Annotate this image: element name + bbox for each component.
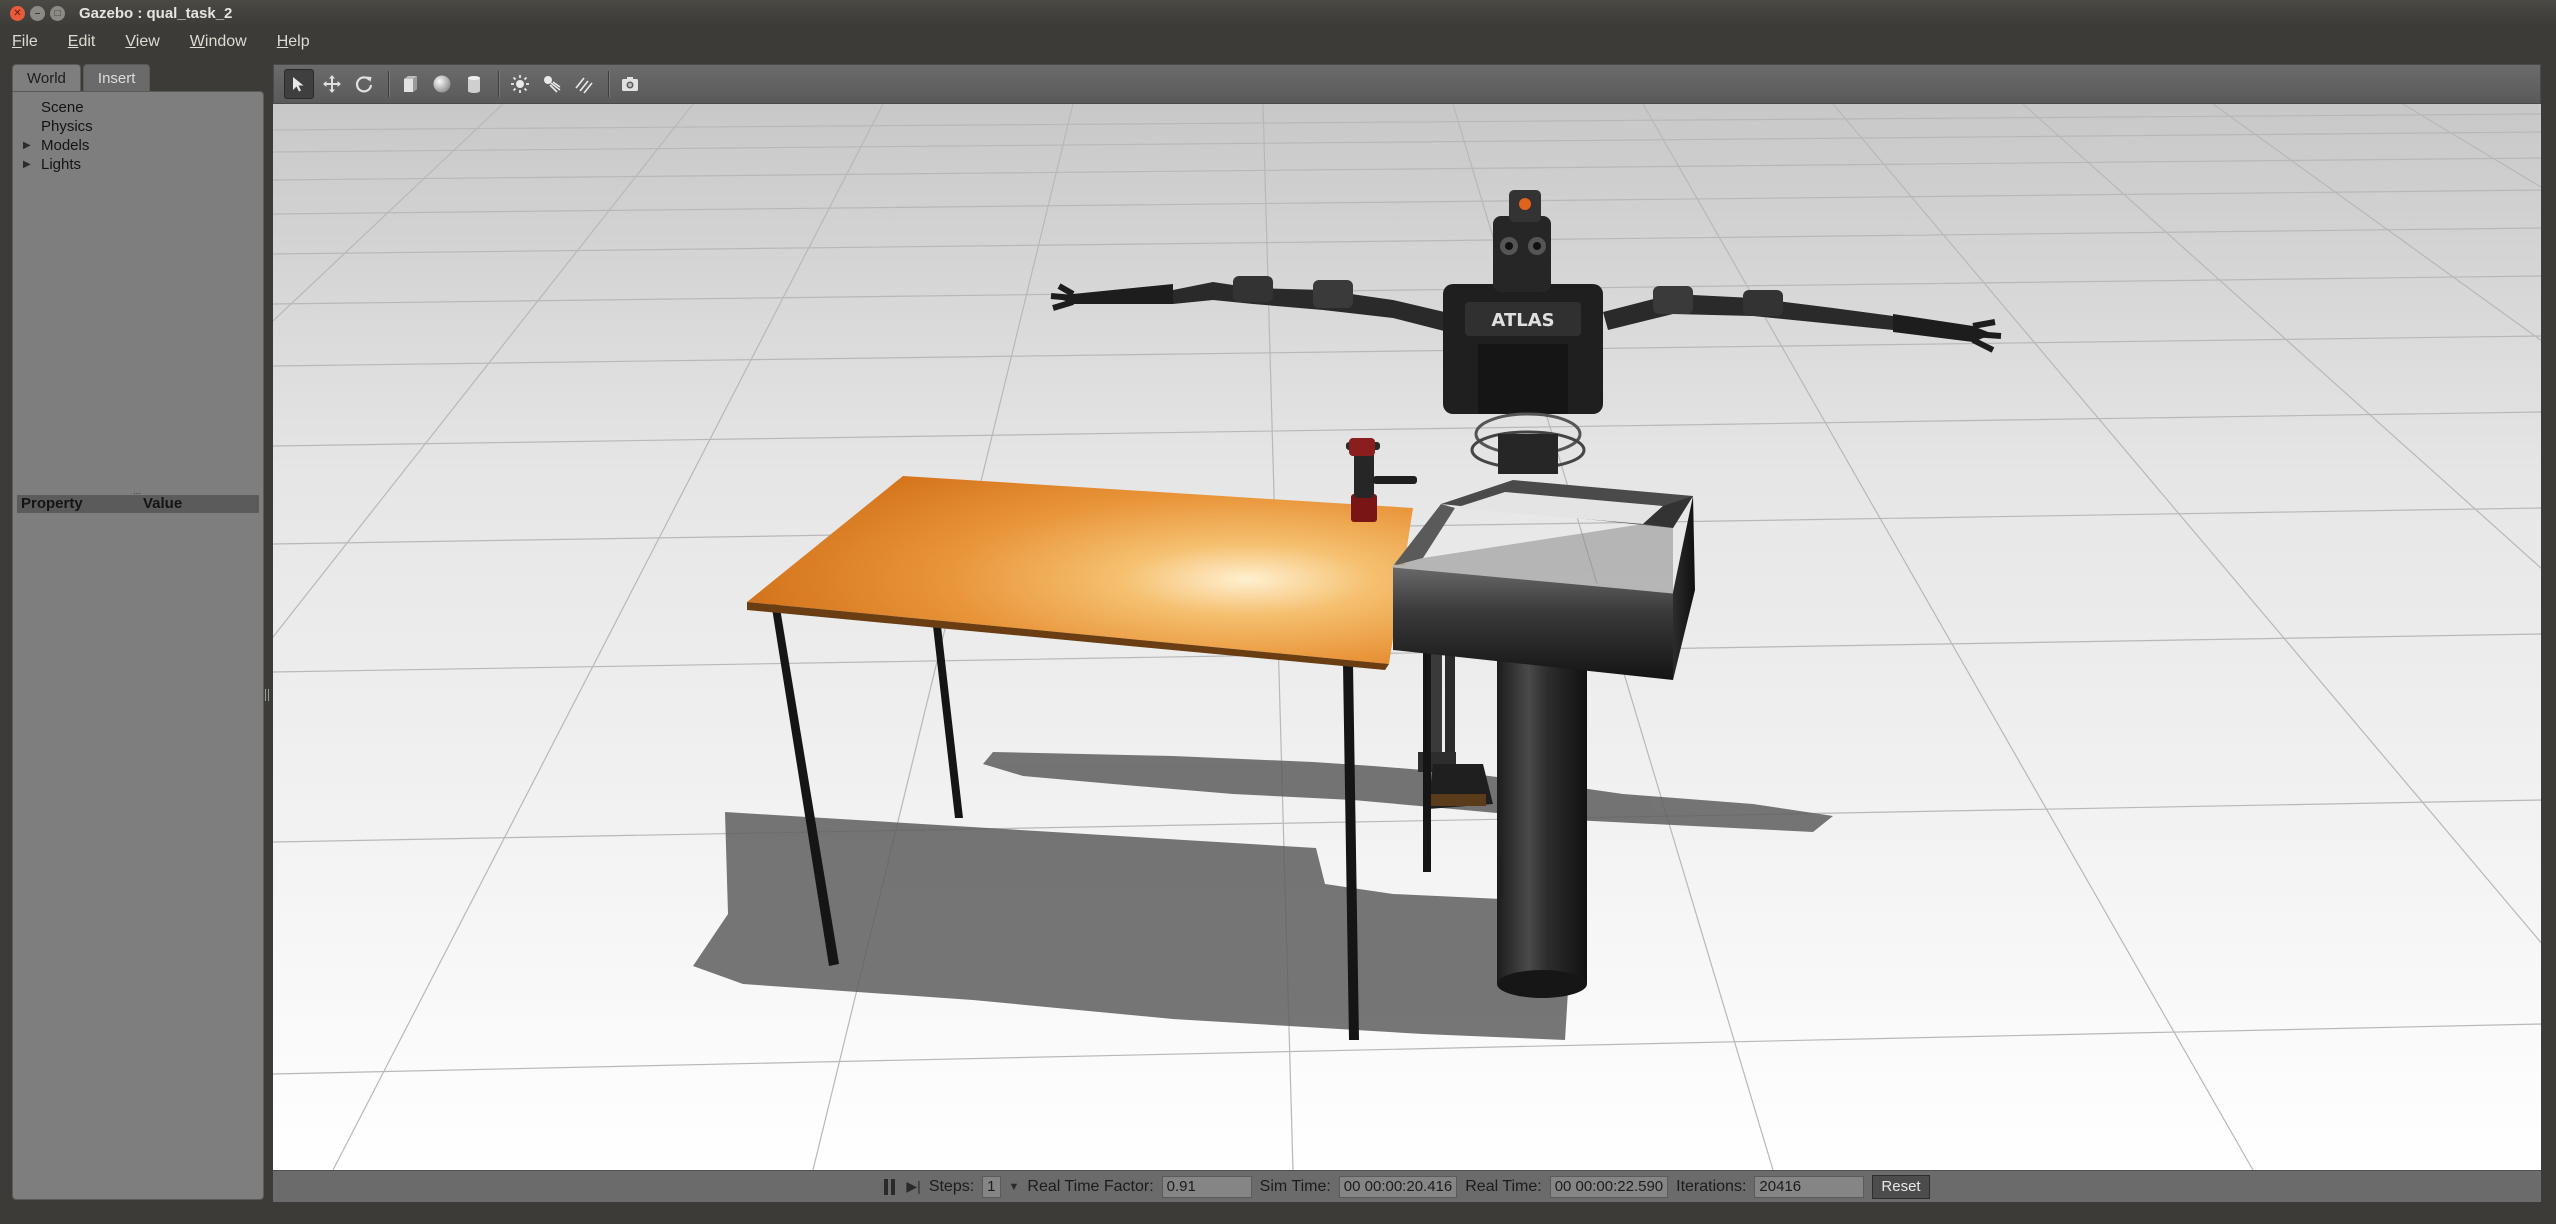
menu-window[interactable]: Window bbox=[186, 31, 251, 53]
menu-help[interactable]: Help bbox=[273, 31, 314, 53]
box-icon bbox=[404, 76, 417, 92]
left-panel: World Insert Scene Physics ▶ Models ▶ Li… bbox=[12, 64, 264, 1200]
iterations-label: Iterations: bbox=[1676, 1177, 1747, 1195]
steps-label: Steps: bbox=[928, 1177, 975, 1195]
menu-file[interactable]: File bbox=[8, 31, 42, 53]
screenshot-tool-button[interactable] bbox=[616, 70, 644, 98]
point-light-icon bbox=[511, 75, 529, 93]
point-light-tool-button[interactable] bbox=[506, 70, 534, 98]
directional-light-tool-button[interactable] bbox=[570, 70, 598, 98]
steps-spinbox[interactable]: 1 bbox=[982, 1175, 1001, 1198]
3d-viewport[interactable]: ATLAS bbox=[273, 104, 2541, 1170]
arrow-cursor-icon bbox=[293, 77, 304, 92]
real-time-factor-value: 0.91 bbox=[1161, 1175, 1252, 1198]
tree-item-scene[interactable]: Scene bbox=[19, 98, 93, 117]
maximize-window-button[interactable]: □ bbox=[50, 6, 65, 21]
chevron-down-icon[interactable]: ▼ bbox=[1009, 1181, 1020, 1193]
toolbar-separator bbox=[498, 71, 500, 97]
translate-tool-button[interactable] bbox=[318, 70, 346, 98]
property-table-header: Property Value bbox=[17, 495, 259, 513]
panel-splitter-handle[interactable]: ⋯ bbox=[133, 489, 143, 498]
camera-icon bbox=[622, 77, 638, 91]
world-panel: Scene Physics ▶ Models ▶ Lights ⋯ Proper… bbox=[12, 91, 264, 1200]
value-column-header[interactable]: Value bbox=[139, 495, 259, 513]
sphere-icon bbox=[433, 75, 451, 93]
toolbar-separator bbox=[608, 71, 610, 97]
sim-time-value: 00 00:00:20.416 bbox=[1338, 1175, 1458, 1198]
tree-item-label: Scene bbox=[41, 99, 84, 116]
toolbar bbox=[273, 64, 2541, 104]
expand-arrow-icon[interactable]: ▶ bbox=[23, 136, 31, 155]
splitter-grip-icon[interactable] bbox=[265, 689, 269, 701]
scene-render[interactable]: ATLAS bbox=[273, 104, 2541, 1170]
menu-edit[interactable]: Edit bbox=[64, 31, 100, 53]
rotate-icon bbox=[355, 76, 373, 93]
toolbar-separator bbox=[388, 71, 390, 97]
left-panel-tabs: World Insert bbox=[12, 64, 152, 91]
tree-item-physics[interactable]: Physics bbox=[19, 117, 93, 136]
expand-arrow-icon[interactable]: ▶ bbox=[23, 155, 31, 174]
tree-item-models[interactable]: ▶ Models bbox=[19, 136, 93, 155]
step-icon[interactable]: ▶| bbox=[906, 1178, 920, 1195]
rotate-tool-button[interactable] bbox=[350, 70, 378, 98]
property-column-header[interactable]: Property bbox=[17, 495, 139, 513]
cylinder-icon bbox=[468, 76, 480, 93]
menu-view[interactable]: View bbox=[121, 31, 163, 53]
cylinder-tool-button[interactable] bbox=[460, 70, 488, 98]
robot-chest-label: ATLAS bbox=[1491, 310, 1554, 331]
spot-light-tool-button[interactable] bbox=[538, 70, 566, 98]
tab-insert[interactable]: Insert bbox=[82, 64, 151, 91]
directional-light-icon bbox=[575, 77, 593, 94]
gazebo-window: ✕ – □ Gazebo : qual_task_2 File Edit Vie… bbox=[0, 0, 2556, 1224]
close-window-button[interactable]: ✕ bbox=[10, 6, 25, 21]
pause-icon[interactable] bbox=[884, 1178, 898, 1195]
window-title: Gazebo : qual_task_2 bbox=[79, 5, 233, 22]
select-tool-button[interactable] bbox=[284, 69, 314, 99]
spot-light-icon bbox=[544, 76, 561, 93]
minimize-window-button[interactable]: – bbox=[30, 6, 45, 21]
vertical-splitter[interactable] bbox=[264, 64, 270, 1200]
tree-item-label: Lights bbox=[41, 156, 82, 173]
real-time-factor-label: Real Time Factor: bbox=[1027, 1177, 1154, 1195]
status-bar: ▶| Steps: 1 ▼ Real Time Factor: 0.91 Sim… bbox=[273, 1170, 2541, 1202]
sphere-tool-button[interactable] bbox=[428, 70, 456, 98]
world-tree: Scene Physics ▶ Models ▶ Lights bbox=[19, 98, 93, 174]
tab-world[interactable]: World bbox=[12, 64, 81, 91]
menu-bar: File Edit View Window Help bbox=[0, 27, 2556, 57]
tree-item-label: Models bbox=[41, 137, 90, 154]
sim-time-label: Sim Time: bbox=[1259, 1177, 1331, 1195]
move-arrows-icon bbox=[323, 75, 341, 93]
reset-button[interactable]: Reset bbox=[1872, 1174, 1930, 1199]
real-time-label: Real Time: bbox=[1465, 1177, 1542, 1195]
tree-item-lights[interactable]: ▶ Lights bbox=[19, 155, 93, 174]
title-bar: ✕ – □ Gazebo : qual_task_2 bbox=[0, 0, 2556, 27]
tree-item-label: Physics bbox=[41, 118, 93, 135]
real-time-value: 00 00:00:22.590 bbox=[1549, 1175, 1669, 1198]
box-tool-button[interactable] bbox=[396, 70, 424, 98]
bin-box[interactable] bbox=[1392, 480, 1695, 680]
iterations-value: 20416 bbox=[1754, 1175, 1865, 1198]
